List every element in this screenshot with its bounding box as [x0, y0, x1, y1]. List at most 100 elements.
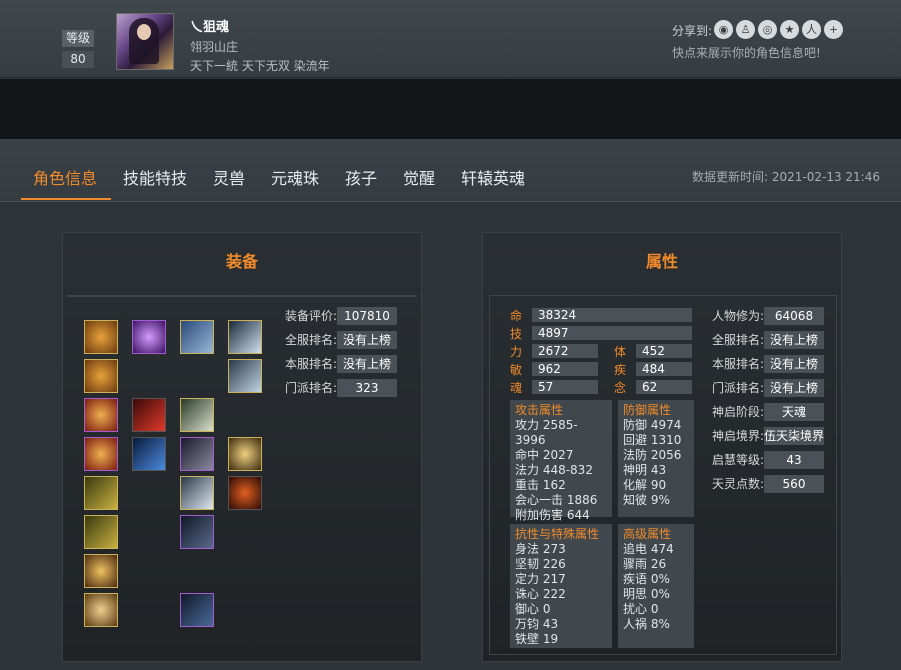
equip-server-rank-value: 没有上榜: [337, 355, 397, 373]
tab-skills[interactable]: 技能特技: [123, 165, 187, 189]
equip-sect-rank-value: 323: [337, 379, 397, 397]
divine-realm-value: 伍天柒境界: [764, 427, 824, 445]
equip-all-rank-value: 没有上榜: [337, 331, 397, 349]
equip-server-rank-row: 本服排名: 没有上榜: [285, 355, 397, 373]
level-label: 等级: [62, 30, 94, 47]
agi-label: 敏: [510, 363, 523, 377]
equip-dagger[interactable]: [132, 437, 166, 471]
equip-score-value: 107810: [337, 307, 397, 325]
sect-rank-label: 门派排名:: [712, 381, 765, 395]
equip-ring-2[interactable]: [84, 437, 118, 471]
equip-amulet-2[interactable]: [84, 359, 118, 393]
renren-icon[interactable]: 人: [802, 20, 821, 39]
str-value: 2672: [532, 344, 598, 358]
mind-label: 念: [614, 381, 627, 395]
spirit-points-value: 560: [764, 475, 824, 493]
wisdom-level-row: 启慧等级: 43: [712, 451, 824, 469]
cultivation-value: 64068: [764, 307, 824, 325]
divine-stage-row: 神启阶段: 天魂: [712, 403, 824, 421]
update-time: 数据更新时间: 2021-02-13 21:46: [692, 170, 880, 184]
equip-sect-rank-label: 门派排名:: [285, 381, 338, 395]
attack-stats-box: 攻击属性 攻力 2585-3996 命中 2027 法力 448-832 重击 …: [510, 400, 612, 522]
sect-rank-row: 门派排名: 没有上榜: [712, 379, 824, 397]
level-value: 80: [62, 51, 94, 68]
stat-line: 化解 90: [623, 478, 667, 492]
stat-line: 人祸 8%: [623, 617, 670, 631]
equip-pet-charm[interactable]: [228, 476, 262, 510]
divine-realm-row: 神启境界: 伍天柒境界: [712, 427, 824, 445]
equip-belt[interactable]: [84, 476, 118, 510]
con-label: 体: [614, 345, 627, 359]
qzone-icon[interactable]: ★: [780, 20, 799, 39]
equip-medal[interactable]: [84, 593, 118, 627]
equip-boots[interactable]: [180, 593, 214, 627]
stat-line: 扰心 0: [623, 602, 659, 616]
equip-feather[interactable]: [132, 398, 166, 432]
stat-line: 骤雨 26: [623, 557, 667, 571]
agi-value: 962: [532, 362, 598, 376]
mp-value: 4897: [532, 326, 692, 340]
share-icons: ◉ ♙ ◎ ★ 人 +: [714, 20, 843, 39]
defense-stats-heading: 防御属性: [623, 403, 672, 417]
stat-line: 疾语 0%: [623, 572, 670, 586]
tab-pets[interactable]: 灵兽: [213, 165, 245, 189]
server-rank-row: 本服排名: 没有上榜: [712, 355, 824, 373]
attributes-title: 属性: [645, 252, 678, 271]
guild-name: 翎羽山庄: [190, 40, 239, 54]
con-value: 452: [636, 344, 692, 358]
equip-crown[interactable]: [84, 554, 118, 588]
stat-line: 防御 4974: [623, 418, 682, 432]
tab-heroic-soul[interactable]: 轩辕英魂: [461, 165, 525, 189]
equip-mask[interactable]: [228, 437, 262, 471]
stat-line: 重击 162: [515, 478, 566, 492]
stat-line: 攻力 2585-3996: [515, 418, 578, 447]
qq-icon[interactable]: ♙: [736, 20, 755, 39]
resist-stats-box: 抗性与特殊属性 身法 273 坚韧 226 定力 217 诛心 222 御心 0…: [510, 524, 612, 648]
all-rank-row: 全服排名: 没有上榜: [712, 331, 824, 349]
weibo-icon[interactable]: ◎: [758, 20, 777, 39]
equip-amulet[interactable]: [84, 320, 118, 354]
equip-score-row: 装备评价: 107810: [285, 307, 397, 325]
equip-helmet[interactable]: [180, 320, 214, 354]
spirit-points-label: 天灵点数:: [712, 477, 765, 491]
equip-sect-rank-row: 门派排名: 323: [285, 379, 397, 397]
attributes-body: 命 38324 技 4897 力 2672 体 452 敏 962 疾 484 …: [489, 295, 837, 655]
avatar: [116, 13, 174, 70]
equip-wings[interactable]: [228, 320, 262, 354]
stat-line: 会心一击 1886: [515, 493, 598, 507]
stat-line: 回避 1310: [623, 433, 682, 447]
tab-children[interactable]: 孩子: [345, 165, 377, 189]
equip-shoulder[interactable]: [228, 359, 262, 393]
more-icon[interactable]: +: [824, 20, 843, 39]
stat-line: 身法 273: [515, 542, 566, 556]
tab-character-info[interactable]: 角色信息: [33, 165, 97, 189]
equipment-panel: 装备 装备评价: 107810 全服排名: 没有上榜 本服排名: 没有上榜 门派…: [62, 232, 422, 662]
resist-stats-heading: 抗性与特殊属性: [515, 527, 600, 541]
wisdom-level-value: 43: [764, 451, 824, 469]
soul-label: 魂: [510, 381, 523, 395]
stat-line: 命中 2027: [515, 448, 574, 462]
tab-soul-beads[interactable]: 元魂珠: [271, 165, 319, 189]
equip-pants[interactable]: [180, 515, 214, 549]
stat-line: 铁壁 19: [515, 632, 559, 646]
stat-line: 万钧 43: [515, 617, 559, 631]
equip-robe[interactable]: [180, 437, 214, 471]
stat-line: 法力 448-832: [515, 463, 593, 477]
equip-score-label: 装备评价:: [285, 309, 338, 323]
wechat-icon[interactable]: ◉: [714, 20, 733, 39]
equip-ring[interactable]: [84, 398, 118, 432]
equip-gloves[interactable]: [180, 476, 214, 510]
all-rank-label: 全服排名:: [712, 333, 765, 347]
dark-banner: [0, 79, 901, 139]
cultivation-label: 人物修为:: [712, 309, 765, 323]
tab-awakening[interactable]: 觉醒: [403, 165, 435, 189]
equipment-title: 装备: [225, 252, 258, 271]
equip-orb[interactable]: [132, 320, 166, 354]
equip-armor[interactable]: [180, 398, 214, 432]
stat-line: 追电 474: [623, 542, 674, 556]
mp-label: 技: [510, 327, 523, 341]
equip-belt-2[interactable]: [84, 515, 118, 549]
share-hint: 快点来展示你的角色信息吧!: [672, 46, 821, 60]
hp-value: 38324: [532, 308, 692, 322]
advanced-stats-heading: 高级属性: [623, 527, 672, 541]
